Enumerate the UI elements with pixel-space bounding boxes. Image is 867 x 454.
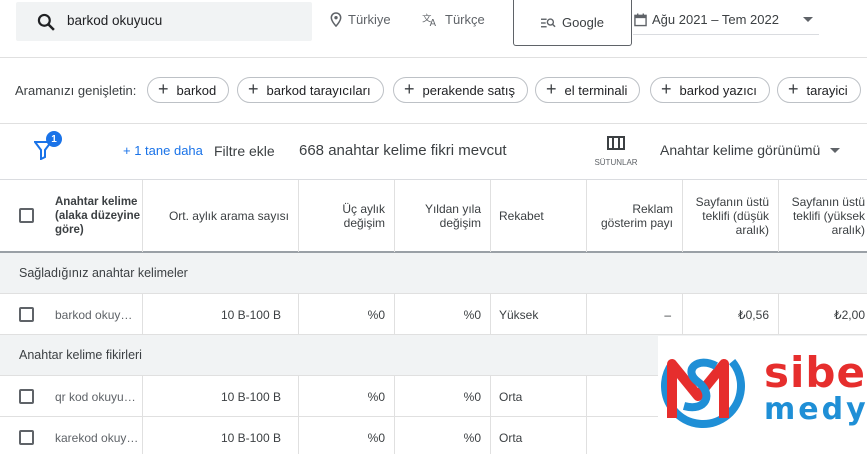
logo-word-siber: siber: [764, 348, 867, 397]
impression-share-cell: –: [587, 294, 683, 335]
table-header: Anahtar kelime (alaka düzeyine göre) Ort…: [0, 180, 867, 253]
broaden-chip[interactable]: + barkod yazıcı: [650, 77, 770, 103]
header-competition-label: Rekabet: [499, 209, 544, 223]
section-ideas-label: Anahtar kelime fikirleri: [19, 348, 142, 362]
header-yoy-label: Yıldan yıla değişim: [424, 202, 481, 230]
three-month-cell: %0: [299, 294, 395, 335]
calendar-icon: [634, 12, 647, 26]
columns-icon: [607, 136, 625, 150]
location-selector[interactable]: Türkiye: [330, 12, 391, 27]
header-impression-share[interactable]: Reklam gösterim payı: [587, 180, 683, 252]
plus-icon: +: [404, 79, 415, 99]
keyword-idea-count: 668 anahtar kelime fikri mevcut: [299, 142, 507, 159]
bid-high-cell: ₺2,00: [834, 307, 865, 322]
row-checkbox[interactable]: [19, 389, 34, 404]
language-label: Türkçe: [445, 12, 485, 27]
broaden-chip[interactable]: + barkod: [147, 77, 230, 103]
broaden-chip-label: perakende satış: [422, 82, 516, 98]
header-competition[interactable]: Rekabet: [491, 180, 587, 252]
header-keyword[interactable]: Anahtar kelime (alaka düzeyine göre): [44, 180, 143, 252]
filter-count-badge: 1: [46, 131, 62, 147]
header-bid-low-label: Sayfanın üstü teklifi (düşük aralık): [695, 195, 769, 237]
search-value: barkod okuyucu: [67, 13, 163, 28]
header-avg-searches[interactable]: Ort. aylık arama sayısı: [143, 180, 299, 252]
broaden-search-bar: Aramanızı genişletin: + barkod + barkod ta…: [0, 58, 867, 124]
broaden-chip-label: barkod tarayıcıları: [266, 82, 371, 98]
table-row[interactable]: barkod okuy… 10 B-100 B %0 %0 Yüksek – ₺…: [0, 294, 867, 335]
header-bid-low[interactable]: Sayfanın üstü teklifi (düşük aralık): [683, 180, 779, 252]
bid-low-cell: ₺0,56: [683, 294, 779, 335]
competition-cell: Yüksek: [491, 294, 587, 335]
row-checkbox[interactable]: [19, 307, 34, 322]
search-network-icon: [541, 17, 556, 27]
translate-icon: 文A: [422, 12, 437, 27]
three-month-cell: %0: [299, 417, 395, 454]
add-filter-button[interactable]: Filtre ekle: [214, 143, 275, 159]
broaden-chip-label: el terminali: [564, 82, 628, 98]
plus-icon: +: [248, 79, 259, 99]
competition-cell: Orta: [491, 417, 587, 454]
avg-searches-cell: 10 B-100 B: [143, 417, 299, 454]
plus-icon: +: [661, 79, 672, 99]
logo-word-medya: medya: [764, 392, 867, 427]
keyword-cell: karekod okuy…: [44, 417, 143, 454]
broaden-chip[interactable]: + el terminali: [535, 77, 641, 103]
header-impression-share-label: Reklam gösterim payı: [600, 202, 673, 230]
yoy-cell: %0: [395, 376, 491, 417]
svg-text:A: A: [430, 18, 437, 27]
keyword-cell: barkod okuy…: [44, 294, 143, 335]
section-provided-label: Sağladığınız anahtar kelimeler: [19, 266, 188, 280]
plus-icon: +: [158, 79, 169, 99]
section-provided-keywords: Sağladığınız anahtar kelimeler: [0, 253, 867, 294]
header-three-month-label: Üç aylık değişim: [342, 202, 385, 230]
columns-button[interactable]: SÜTUNLAR: [594, 136, 638, 167]
select-all-checkbox[interactable]: [19, 208, 34, 223]
header-three-month-change[interactable]: Üç aylık değişim: [299, 180, 395, 252]
chevron-down-icon: [830, 147, 841, 153]
search-input[interactable]: barkod okuyucu: [16, 2, 312, 41]
broaden-chip-label: barkod yazıcı: [679, 82, 757, 98]
competition-cell: Orta: [491, 376, 587, 417]
chevron-down-icon: [803, 17, 813, 22]
header-yoy-change[interactable]: Yıldan yıla değişim: [395, 180, 491, 252]
row-checkbox[interactable]: [19, 430, 34, 445]
siber-medya-logo: siber medya: [658, 336, 867, 454]
top-bar: barkod okuyucu Türkiye 文A Türkçe Google …: [0, 0, 867, 58]
filter-bar: 1 + 1 tane daha Filtre ekle 668 anahtar …: [0, 124, 867, 180]
avg-searches-cell: 10 B-100 B: [143, 376, 299, 417]
header-keyword-label: Anahtar kelime (alaka düzeyine göre): [55, 196, 141, 236]
header-bid-high-label: Sayfanın üstü teklifi (yüksek aralık): [791, 195, 865, 237]
network-selector[interactable]: Google: [513, 0, 632, 46]
location-pin-icon: [330, 12, 342, 27]
broaden-label: Aramanızı genişletin:: [15, 83, 137, 98]
keyword-cell: qr kod okuyu…: [44, 376, 143, 417]
network-label: Google: [562, 15, 604, 30]
yoy-cell: %0: [395, 417, 491, 454]
search-icon: [37, 13, 55, 31]
location-label: Türkiye: [348, 12, 391, 27]
header-avg-searches-label: Ort. aylık arama sayısı: [168, 209, 289, 223]
keyword-view-selector[interactable]: Anahtar kelime görünümü: [660, 142, 841, 158]
broaden-chip[interactable]: + perakende satış: [393, 77, 529, 103]
avg-searches-cell: 10 B-100 B: [143, 294, 299, 335]
more-filters-link[interactable]: + 1 tane daha: [123, 143, 203, 158]
header-bid-high[interactable]: Sayfanın üstü teklifi (yüksek aralık): [779, 180, 867, 252]
keyword-view-label: Anahtar kelime görünümü: [660, 142, 821, 158]
broaden-chip-label: barkod: [176, 82, 217, 98]
select-all-cell: [0, 180, 44, 252]
three-month-cell: %0: [299, 376, 395, 417]
date-range-selector[interactable]: Ağu 2021 – Tem 2022: [633, 5, 819, 35]
date-range-label: Ağu 2021 – Tem 2022: [652, 12, 779, 27]
broaden-chip-label: tarayici: [806, 82, 848, 98]
plus-icon: +: [546, 79, 557, 99]
language-selector[interactable]: 文A Türkçe: [422, 12, 485, 27]
columns-label: SÜTUNLAR: [594, 158, 638, 167]
yoy-cell: %0: [395, 294, 491, 335]
broaden-chip[interactable]: + tarayici: [777, 77, 861, 103]
broaden-chip[interactable]: + barkod tarayıcıları: [237, 77, 384, 103]
plus-icon: +: [788, 79, 799, 99]
